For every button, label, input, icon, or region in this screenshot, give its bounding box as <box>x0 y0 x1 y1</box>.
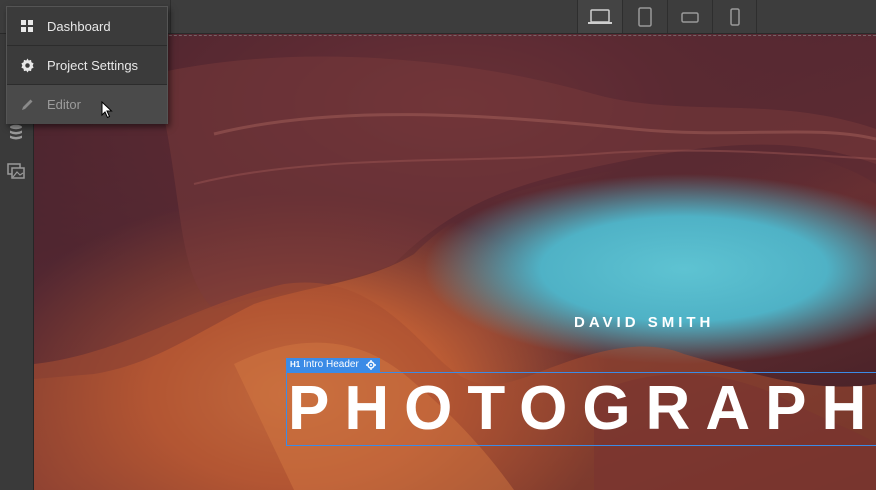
gear-icon <box>19 57 35 73</box>
menu-item-label: Project Settings <box>47 57 139 73</box>
cms-button[interactable] <box>5 122 27 144</box>
images-icon <box>7 163 25 179</box>
tablet-view-button[interactable] <box>622 0 667 33</box>
grid-icon <box>19 18 35 34</box>
menu-item-editor[interactable]: Editor <box>7 85 167 124</box>
subtitle-text[interactable]: DAVID SMITH <box>574 314 714 331</box>
element-label-tag[interactable]: H1 Intro Header <box>286 358 380 372</box>
pencil-icon <box>19 97 35 113</box>
menu-item-label: Editor <box>47 97 81 112</box>
mobile-landscape-view-button[interactable] <box>667 0 712 33</box>
mobile-portrait-view-button[interactable] <box>712 0 757 33</box>
element-name-label: Intro Header <box>303 359 359 370</box>
heading-tag-label: H1 <box>290 360 301 369</box>
device-switcher <box>577 0 757 33</box>
mobile-landscape-icon <box>681 11 699 23</box>
menu-item-label: Dashboard <box>47 18 111 34</box>
toolbar-divider <box>170 0 171 33</box>
desktop-icon <box>588 8 612 24</box>
main-menu-dropdown: Dashboard Project Settings Editor <box>6 6 168 124</box>
intro-header-heading[interactable]: PHOTOGRAPH <box>288 372 876 446</box>
gear-icon[interactable] <box>365 360 376 370</box>
menu-item-dashboard[interactable]: Dashboard <box>7 7 167 46</box>
menu-item-project-settings[interactable]: Project Settings <box>7 46 167 85</box>
mouse-cursor-icon <box>101 101 113 119</box>
tablet-icon <box>638 6 652 27</box>
assets-button[interactable] <box>5 160 27 182</box>
mobile-portrait-icon <box>729 7 740 26</box>
desktop-view-button[interactable] <box>577 0 622 33</box>
database-icon <box>10 124 22 140</box>
